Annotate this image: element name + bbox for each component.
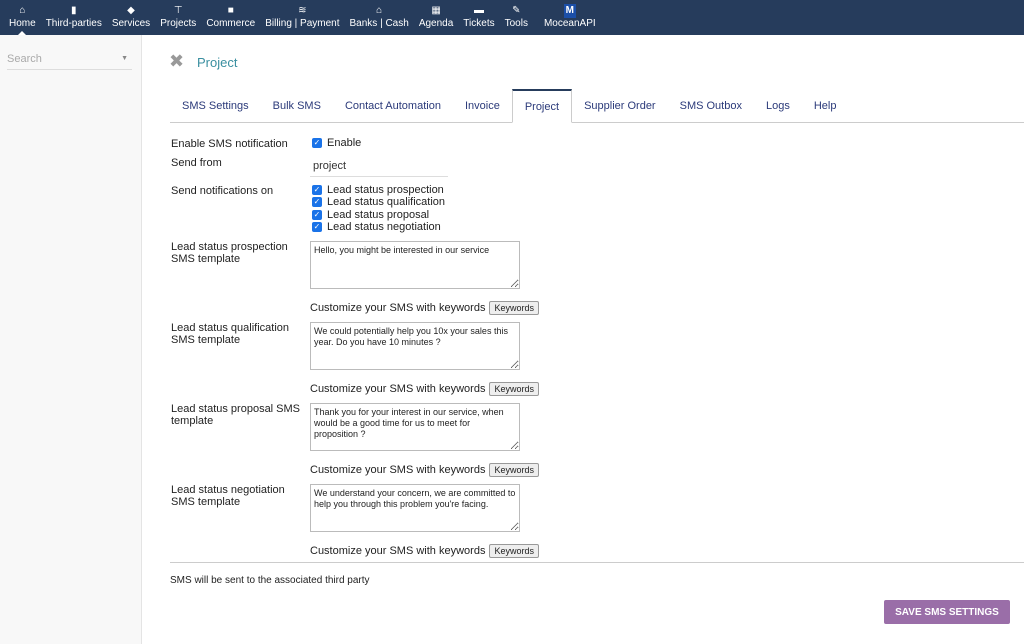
enable-checkbox[interactable]: ✓ Enable: [312, 137, 361, 149]
nav-item-tickets[interactable]: ▬ Tickets: [458, 0, 499, 35]
notify-option-label: Lead status negotiation: [327, 220, 441, 233]
sidebar: Search ▼: [0, 35, 142, 644]
nav-item-home[interactable]: ⌂ Home: [4, 0, 41, 35]
keywords-button[interactable]: Keywords: [489, 382, 539, 396]
template-label: Lead status negotiation SMS template: [171, 484, 285, 508]
notify-checkbox[interactable]: ✓ Lead status proposal: [312, 209, 429, 221]
wrench-icon: ✎: [512, 5, 521, 16]
template-label: Lead status prospection SMS template: [171, 241, 288, 265]
tab-contact-automation[interactable]: Contact Automation: [333, 89, 453, 123]
checkmark-icon: ✓: [312, 185, 322, 195]
template-textarea[interactable]: We could potentially help you 10x your s…: [310, 322, 520, 370]
nav-label: Projects: [160, 18, 197, 29]
template-textarea[interactable]: Thank you for your interest in our servi…: [310, 403, 520, 451]
tools-icon: ✖: [169, 51, 185, 71]
template-label: Lead status qualification SMS template: [171, 322, 290, 346]
nav-item-moceanapi[interactable]: M MoceanAPI: [539, 0, 601, 35]
coins-icon: ≋: [298, 5, 307, 16]
nav-label: Services: [111, 18, 151, 29]
ticket-icon: ▬: [473, 5, 484, 16]
nav-item-commerce[interactable]: ■ Commerce: [201, 0, 260, 35]
tab-sms-outbox[interactable]: SMS Outbox: [668, 89, 754, 123]
tab-invoice[interactable]: Invoice: [453, 89, 512, 123]
customize-row: Customize your SMS with keywords Keywords: [310, 382, 539, 396]
tab-bar: SMS Settings Bulk SMS Contact Automation In…: [170, 89, 1024, 123]
sitemap-icon: ⊤: [173, 5, 183, 16]
nav-item-tools[interactable]: ✎ Tools: [500, 0, 533, 35]
nav-item-agenda[interactable]: ▦ Agenda: [414, 0, 458, 35]
nav-label: Agenda: [418, 18, 454, 29]
chevron-down-icon: ▼: [121, 55, 128, 62]
calendar-icon: ▦: [431, 5, 441, 16]
nav-label: Tools: [504, 18, 528, 29]
tab-supplier-order[interactable]: Supplier Order: [572, 89, 668, 123]
keywords-button[interactable]: Keywords: [489, 301, 539, 315]
search-placeholder: Search: [7, 53, 42, 65]
customize-row: Customize your SMS with keywords Keywords: [310, 301, 539, 315]
customize-text: Customize your SMS with keywords: [310, 383, 486, 395]
note-text: SMS will be sent to the associated third…: [170, 575, 370, 586]
briefcase-icon: ■: [227, 5, 234, 16]
divider: [170, 562, 1024, 563]
tab-bulk-sms[interactable]: Bulk SMS: [261, 89, 333, 123]
checkmark-icon: ✓: [312, 209, 322, 220]
keywords-button[interactable]: Keywords: [489, 463, 539, 477]
nav-item-billing-payment[interactable]: ≋ Billing | Payment: [260, 0, 344, 35]
nav-item-third-parties[interactable]: ▮ Third-parties: [41, 0, 107, 35]
nav-label: Tickets: [463, 18, 495, 29]
building-icon: ▮: [71, 5, 77, 16]
template-label: Lead status proposal SMS template: [171, 403, 301, 427]
tab-logs[interactable]: Logs: [754, 89, 802, 123]
nav-item-banks-cash[interactable]: ⌂ Banks | Cash: [345, 0, 414, 35]
checkmark-icon: ✓: [312, 197, 322, 208]
customize-text: Customize your SMS with keywords: [310, 545, 486, 557]
notify-option-label: Lead status proposal: [327, 208, 430, 221]
enable-option-label: Enable: [327, 137, 362, 149]
checkmark-icon: ✓: [312, 138, 322, 148]
nav-label: Banks | Cash: [349, 18, 409, 29]
nav-label: MoceanAPI: [543, 18, 596, 29]
notify-option-label: Lead status prospection: [327, 184, 444, 196]
mocean-icon: M: [563, 4, 576, 18]
notify-option-label: Lead status qualification: [327, 196, 446, 209]
bank-icon: ⌂: [376, 5, 383, 16]
notify-checkbox[interactable]: ✓ Lead status qualification: [312, 196, 445, 208]
customize-text: Customize your SMS with keywords: [310, 464, 486, 476]
send-from-input[interactable]: project: [310, 157, 448, 177]
template-textarea[interactable]: We understand your concern, we are commi…: [310, 484, 520, 532]
nav-item-projects[interactable]: ⊤ Projects: [155, 0, 201, 35]
nav-label: Home: [9, 18, 36, 29]
nav-label: Third-parties: [45, 18, 102, 29]
checkmark-icon: ✓: [312, 221, 322, 232]
enable-label: Enable SMS notification: [171, 138, 288, 150]
notify-checkbox[interactable]: ✓ Lead status negotiation: [312, 221, 441, 233]
tab-project[interactable]: Project: [511, 89, 573, 123]
tab-help[interactable]: Help: [802, 89, 849, 123]
keywords-button[interactable]: Keywords: [489, 544, 539, 558]
tab-sms-settings[interactable]: SMS Settings: [170, 89, 261, 123]
nav-item-services[interactable]: ◆ Services: [107, 0, 155, 35]
customize-row: Customize your SMS with keywords Keywords: [310, 463, 539, 477]
customize-text: Customize your SMS with keywords: [310, 302, 486, 314]
customize-row: Customize your SMS with keywords Keywords: [310, 544, 539, 558]
nav-label: Billing | Payment: [265, 18, 340, 29]
page-title: Project: [197, 55, 238, 70]
save-sms-settings-button[interactable]: SAVE SMS SETTINGS: [884, 600, 1010, 624]
home-icon: ⌂: [19, 5, 26, 16]
notify-checkbox[interactable]: ✓ Lead status prospection: [312, 184, 444, 196]
send-from-label: Send from: [171, 157, 222, 169]
nav-label: Commerce: [206, 18, 256, 29]
search-select[interactable]: Search ▼: [7, 53, 132, 70]
cube-icon: ◆: [127, 5, 135, 16]
notify-label: Send notifications on: [171, 185, 274, 197]
top-nav: ⌂ Home ▮ Third-parties ◆ Services ⊤ Projects ■ Co…: [0, 0, 1024, 35]
template-textarea[interactable]: Hello, you might be interested in our se…: [310, 241, 520, 289]
